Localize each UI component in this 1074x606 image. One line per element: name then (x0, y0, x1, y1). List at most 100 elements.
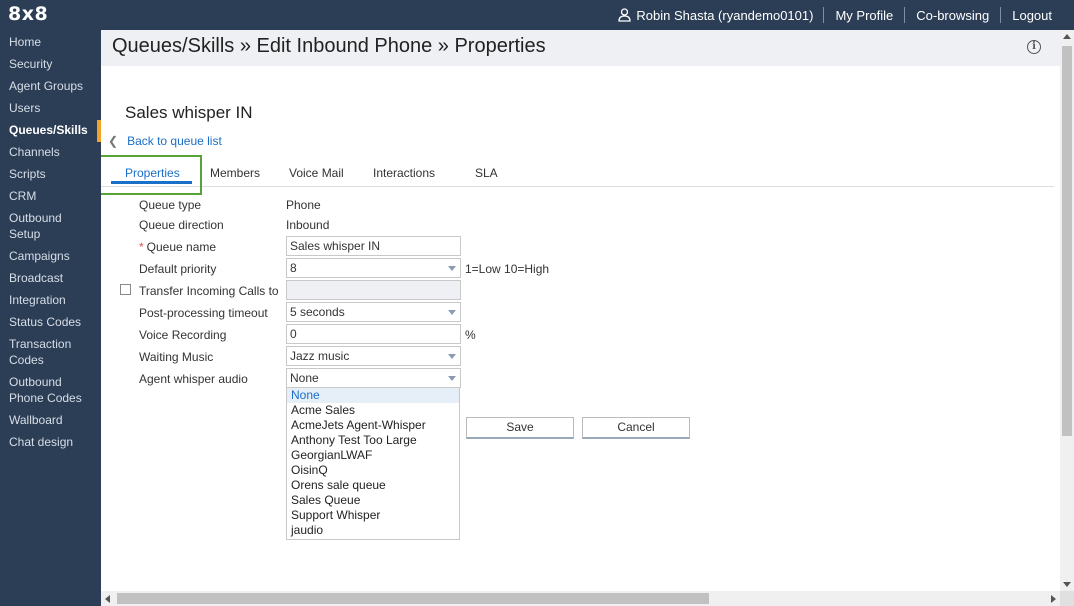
dropdown-arrow-icon (448, 310, 456, 315)
tab-interactions[interactable]: Interactions (373, 166, 435, 180)
sidebar-item-agent-groups[interactable]: Agent Groups (0, 78, 91, 94)
scroll-up-icon[interactable] (1063, 34, 1071, 39)
required-mark: * (139, 240, 144, 254)
sidebar-item-campaigns[interactable]: Campaigns (0, 248, 78, 264)
voice-recording-unit: % (465, 328, 476, 342)
waiting-music-row: Waiting Music Jazz music (101, 346, 801, 366)
queue-direction-label: Queue direction (139, 218, 224, 232)
page-header: Queues/Skills » Edit Inbound Phone » Pro… (101, 30, 1060, 66)
queue-name-heading: Sales whisper IN (125, 103, 253, 122)
horizontal-scrollbar[interactable] (101, 591, 1060, 606)
active-tab-underline (111, 181, 192, 184)
user-menu[interactable]: Robin Shasta (ryandemo0101) (618, 8, 823, 23)
default-priority-value: 8 (290, 261, 297, 275)
agent-whisper-dropdown-list: None Acme Sales AcmeJets Agent-Whisper A… (286, 387, 460, 540)
sidebar-item-broadcast[interactable]: Broadcast (0, 270, 71, 286)
chevron-left-icon: ❮ (108, 134, 119, 148)
dropdown-option[interactable]: jaudio (287, 523, 459, 538)
tab-sla[interactable]: SLA (475, 166, 498, 180)
dropdown-option[interactable]: Sales Queue (287, 493, 459, 508)
queue-direction-row: Queue direction Inbound (101, 214, 801, 234)
scroll-left-icon[interactable] (105, 595, 110, 603)
sidebar-item-queues-skills[interactable]: Queues/Skills (0, 120, 101, 142)
scroll-thumb[interactable] (1062, 46, 1072, 436)
waiting-music-value: Jazz music (290, 349, 350, 363)
sidebar-item-transaction-codes[interactable]: Transaction Codes (0, 336, 85, 368)
my-profile-link[interactable]: My Profile (824, 8, 904, 23)
sidebar-item-security[interactable]: Security (0, 56, 60, 72)
sidebar-item-wallboard[interactable]: Wallboard (0, 412, 71, 428)
sidebar-item-scripts[interactable]: Scripts (0, 166, 54, 182)
top-bar: 8x8 Robin Shasta (ryandemo0101) My Profi… (0, 0, 1074, 30)
sidebar-item-integration[interactable]: Integration (0, 292, 74, 308)
scrollbar-corner (1060, 591, 1074, 606)
co-browsing-link[interactable]: Co-browsing (905, 8, 1000, 23)
queue-name-label-wrap: * Queue name (139, 240, 216, 254)
voice-recording-input[interactable]: 0 (286, 324, 461, 344)
post-processing-row: Post-processing timeout 5 seconds (101, 302, 801, 322)
waiting-music-label: Waiting Music (139, 350, 214, 364)
app-logo[interactable]: 8x8 (8, 3, 48, 25)
main-content: Queues/Skills » Edit Inbound Phone » Pro… (101, 30, 1060, 591)
default-priority-label: Default priority (139, 262, 217, 276)
sidebar-item-chat-design[interactable]: Chat design (0, 434, 81, 450)
voice-recording-row: Voice Recording 0 % (101, 324, 801, 344)
logout-link[interactable]: Logout (1001, 8, 1074, 23)
dropdown-arrow-icon (448, 354, 456, 359)
post-processing-value: 5 seconds (290, 305, 345, 319)
vertical-scrollbar[interactable] (1060, 30, 1074, 591)
sidebar-item-users[interactable]: Users (0, 100, 48, 116)
sidebar-item-outbound-setup[interactable]: Outbound Setup (0, 210, 80, 242)
scroll-right-icon[interactable] (1051, 595, 1056, 603)
dropdown-option[interactable]: Support Whisper (287, 508, 459, 523)
dropdown-arrow-icon (448, 376, 456, 381)
sidebar-item-status-codes[interactable]: Status Codes (0, 314, 89, 330)
scroll-down-icon[interactable] (1063, 582, 1071, 587)
post-processing-label: Post-processing timeout (139, 306, 268, 320)
user-icon (618, 8, 632, 22)
voice-recording-label: Voice Recording (139, 328, 227, 342)
queue-type-value: Phone (286, 198, 321, 212)
tab-properties[interactable]: Properties (125, 166, 180, 180)
sidebar-item-channels[interactable]: Channels (0, 144, 68, 160)
tab-bar: Properties Members Voice Mail Interactio… (101, 155, 1054, 195)
queue-name-label: Queue name (146, 240, 217, 254)
tab-voice-mail[interactable]: Voice Mail (289, 166, 344, 180)
queue-direction-value: Inbound (286, 218, 330, 232)
post-processing-select[interactable]: 5 seconds (286, 302, 461, 322)
dropdown-option[interactable]: None (287, 388, 459, 403)
dropdown-option[interactable]: Orens sale queue (287, 478, 459, 493)
agent-whisper-select[interactable]: None (286, 368, 461, 388)
transfer-incoming-row: Transfer Incoming Calls to (101, 280, 801, 300)
agent-whisper-value: None (290, 371, 319, 385)
dropdown-option[interactable]: Anthony Test Too Large (287, 433, 459, 448)
transfer-incoming-label: Transfer Incoming Calls to (139, 284, 279, 298)
queue-name-row: * Queue name Sales whisper IN (101, 236, 801, 256)
save-button[interactable]: Save (466, 417, 574, 439)
queue-type-label: Queue type (139, 198, 202, 212)
sidebar-item-outbound-phone-codes[interactable]: Outbound Phone Codes (0, 374, 90, 406)
sidebar-item-crm[interactable]: CRM (0, 188, 44, 204)
dropdown-option[interactable]: GeorgianLWAF (287, 448, 459, 463)
default-priority-select[interactable]: 8 (286, 258, 461, 278)
sidebar-item-home[interactable]: Home (0, 34, 49, 50)
transfer-incoming-checkbox[interactable] (120, 284, 131, 295)
scroll-thumb[interactable] (117, 593, 709, 604)
tab-members[interactable]: Members (210, 166, 260, 180)
waiting-music-select[interactable]: Jazz music (286, 346, 461, 366)
transfer-incoming-input (286, 280, 461, 300)
back-to-queue-list-link[interactable]: ❮ Back to queue list (108, 134, 222, 148)
queue-name-input[interactable]: Sales whisper IN (286, 236, 461, 256)
info-icon[interactable]: i (1027, 40, 1041, 54)
default-priority-row: Default priority 8 1=Low 10=High (101, 258, 801, 278)
dropdown-option[interactable]: OisinQ (287, 463, 459, 478)
dropdown-option[interactable]: Acme Sales (287, 403, 459, 418)
back-link-label: Back to queue list (127, 134, 222, 148)
sidebar: Home Security Agent Groups Users Queues/… (0, 30, 101, 606)
user-name: Robin Shasta (ryandemo0101) (636, 7, 814, 23)
dropdown-option[interactable]: AcmeJets Agent-Whisper (287, 418, 459, 433)
dropdown-arrow-icon (448, 266, 456, 271)
cancel-button[interactable]: Cancel (582, 417, 690, 439)
priority-hint: 1=Low 10=High (465, 262, 550, 276)
agent-whisper-label: Agent whisper audio (139, 372, 248, 386)
